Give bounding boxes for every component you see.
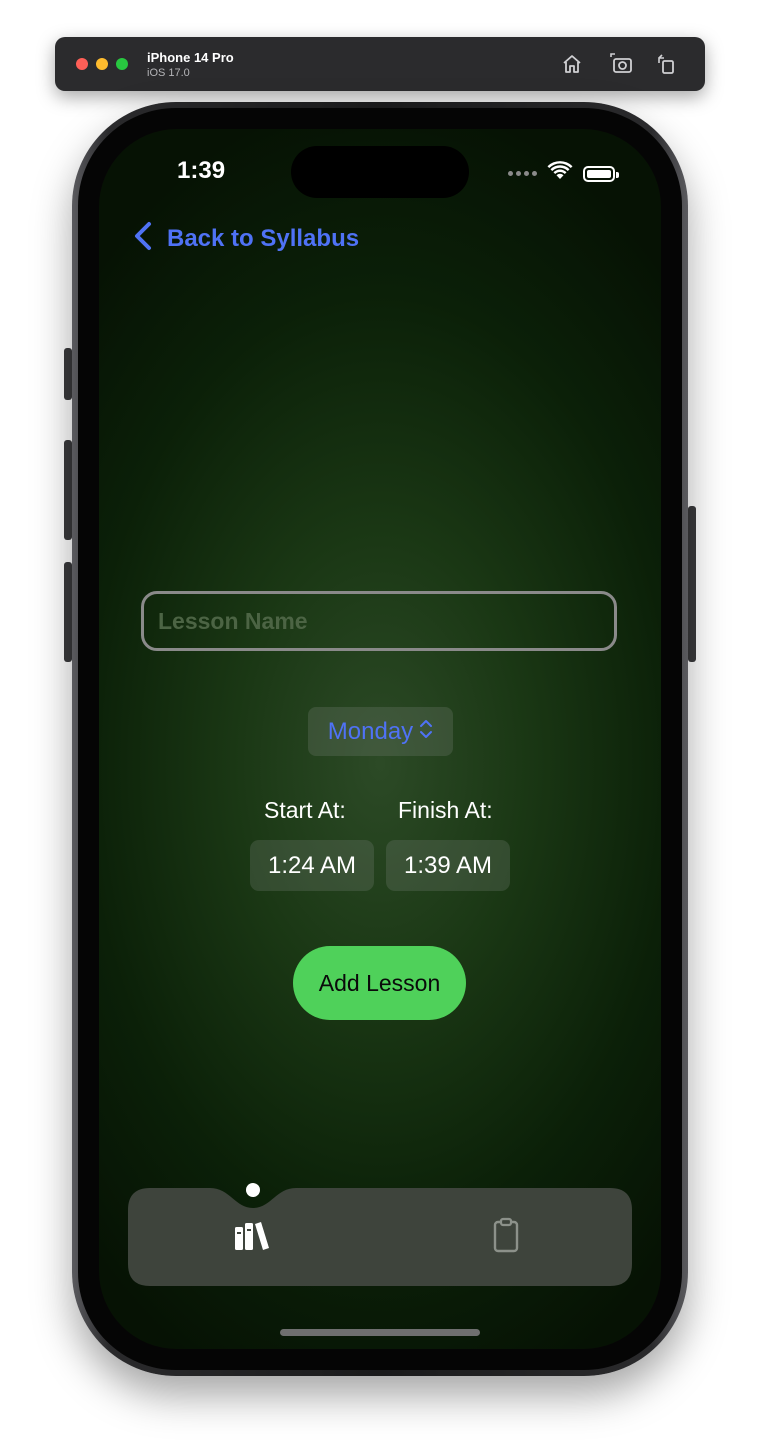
chevron-up-down-icon — [419, 718, 433, 745]
simulator-device-name: iPhone 14 Pro — [147, 50, 234, 65]
clipboard-icon — [492, 1217, 520, 1258]
tab-bar-background — [128, 1188, 632, 1286]
home-indicator — [280, 1329, 480, 1336]
back-button-label: Back to Syllabus — [167, 224, 360, 252]
start-time-label: Start At: — [264, 797, 346, 823]
battery-icon — [583, 165, 619, 182]
status-time: 1:39 — [177, 157, 226, 184]
add-lesson-button[interactable]: Add Lesson — [293, 946, 466, 1020]
lesson-name-input[interactable] — [141, 591, 617, 651]
phone-screen: 1:39 Back to Syllabus Monday S — [99, 129, 661, 1349]
window-close-button[interactable] — [76, 58, 88, 70]
tab-bar — [128, 1181, 632, 1286]
tab-library[interactable] — [223, 1217, 283, 1257]
chevron-left-icon — [133, 221, 153, 256]
volume-up-button — [64, 440, 72, 540]
rotate-icon[interactable] — [653, 51, 679, 77]
action-button — [64, 348, 72, 400]
simulator-os-version: iOS 17.0 — [147, 67, 190, 79]
dynamic-island — [291, 146, 469, 198]
day-picker[interactable]: Monday — [308, 707, 453, 756]
tab-selection-indicator — [246, 1183, 260, 1197]
start-time-picker[interactable]: 1:24 AM — [250, 840, 374, 891]
back-button[interactable]: Back to Syllabus — [133, 221, 359, 256]
window-zoom-button[interactable] — [116, 58, 128, 70]
day-picker-value: Monday — [327, 717, 414, 745]
screenshot-icon[interactable] — [609, 51, 635, 77]
finish-time-picker[interactable]: 1:39 AM — [386, 840, 510, 891]
home-icon[interactable] — [559, 51, 585, 77]
signal-dots-icon — [508, 171, 537, 176]
status-icons — [508, 161, 619, 186]
volume-down-button — [64, 562, 72, 662]
finish-time-label: Finish At: — [398, 797, 493, 823]
simulator-titlebar: iPhone 14 Pro iOS 17.0 — [55, 37, 705, 91]
wifi-icon — [547, 161, 573, 186]
window-minimize-button[interactable] — [96, 58, 108, 70]
books-icon — [233, 1218, 273, 1257]
power-button — [688, 506, 696, 662]
tab-clipboard[interactable] — [476, 1217, 536, 1257]
